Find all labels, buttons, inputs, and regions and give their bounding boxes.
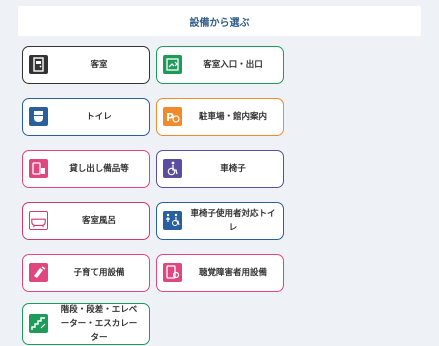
category-label: 客室 (90, 60, 108, 70)
accessible-toilet-icon (163, 211, 182, 230)
category-card-hearing[interactable]: 聴覚障害者用設備 (156, 254, 284, 292)
category-label: 聴覚障害者用設備 (198, 268, 267, 278)
baby-bottle-icon (29, 263, 48, 282)
category-card-accessible-toilet[interactable]: 車椅子使用者対応トイレ (156, 202, 284, 240)
category-label: 貸し出し備品等 (69, 164, 129, 174)
category-label: 車椅子使用者対応トイレ (190, 209, 276, 233)
wheelchair-icon (163, 159, 182, 178)
category-label: 客室入口・出口 (203, 60, 263, 70)
category-card-childcare[interactable]: 子育て用設備 (22, 254, 150, 292)
parking-icon: P (163, 107, 182, 126)
toilet-icon (29, 107, 48, 126)
category-card-stairs-elevator[interactable]: 階段・段差・エレベーター・エスカレーター (22, 303, 150, 345)
room-door-icon (29, 55, 48, 74)
stairs-elevator-icon (29, 314, 48, 333)
page-title: 設備から選ぶ (18, 6, 421, 36)
category-card-wheelchair[interactable]: 車椅子 (156, 150, 284, 188)
bathtub-icon (29, 211, 48, 230)
category-label: 階段・段差・エレベーター・エスカレーター (60, 305, 138, 343)
category-label: トイレ (86, 112, 112, 122)
category-card-toilet[interactable]: トイレ (22, 98, 150, 136)
room-entrance-icon (163, 55, 182, 74)
hearing-device-icon (163, 263, 182, 282)
category-label: 子育て用設備 (73, 268, 125, 278)
category-label: 客室風呂 (81, 216, 116, 226)
category-label: 駐車場・館内案内 (198, 112, 267, 122)
category-card-room-bath[interactable]: 客室風呂 (22, 202, 150, 240)
category-card-rental-items[interactable]: 貸し出し備品等 (22, 150, 150, 188)
category-label: 車椅子 (220, 164, 246, 174)
category-card-room[interactable]: 客室 (22, 46, 150, 84)
category-card-room-entrance[interactable]: 客室入口・出口 (156, 46, 284, 84)
rental-items-icon (29, 159, 48, 178)
category-card-parking[interactable]: P 駐車場・館内案内 (156, 98, 284, 136)
